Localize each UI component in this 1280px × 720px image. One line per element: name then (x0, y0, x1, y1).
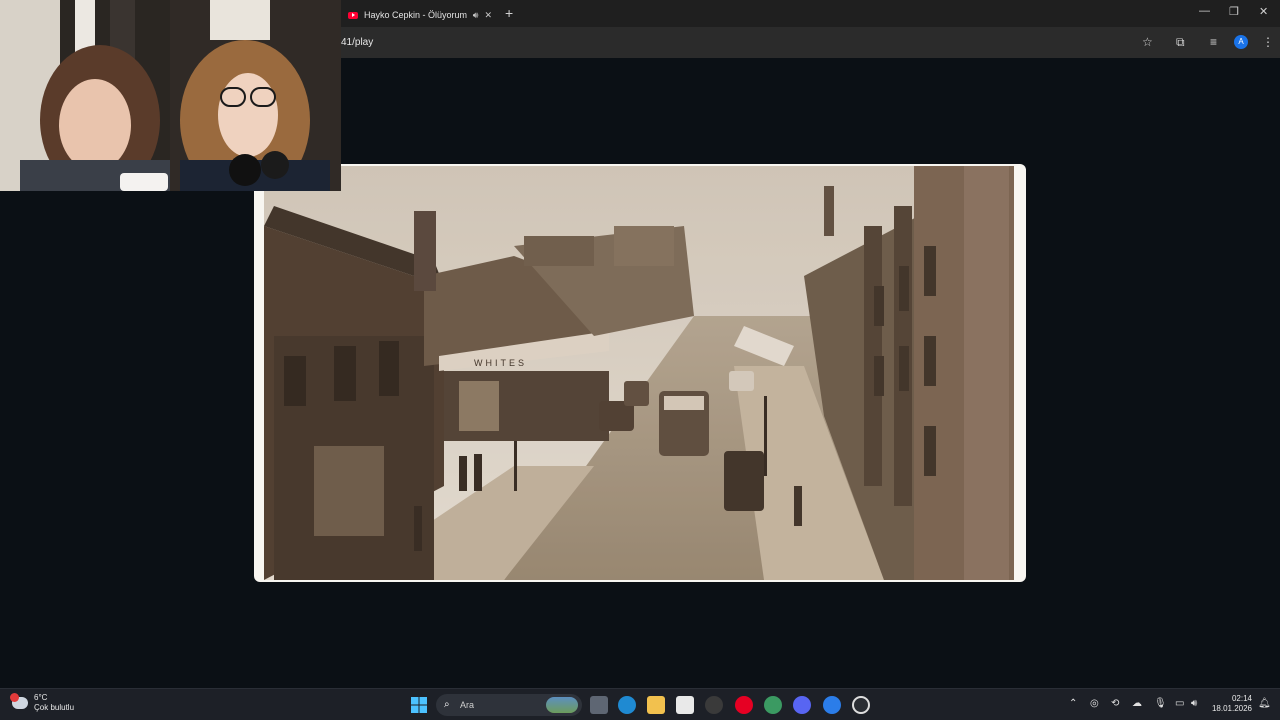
microphone-icon[interactable]: 🎙︎ (1154, 698, 1167, 709)
search-icon: ⌕ (444, 699, 450, 710)
search-highlight-image (546, 697, 578, 713)
close-tab-icon[interactable]: ✕ (484, 10, 492, 21)
windows-taskbar: 6°C Çok bulutlu ⌕ Ara ⌃ ◎ ⟲ ☁ 🎙︎ ▭ 🔊︎ 02… (0, 688, 1280, 720)
sync-icon[interactable]: ⟲ (1111, 698, 1119, 709)
network-icon[interactable]: ▭ (1175, 698, 1184, 709)
notifications-icon[interactable]: 🔔︎ (1258, 698, 1271, 709)
chevron-up-icon[interactable]: ⌃ (1069, 698, 1077, 709)
webcam-overlay (0, 0, 341, 191)
edge-icon[interactable] (618, 696, 636, 714)
speaker-icon[interactable]: 🔊︎ (473, 10, 479, 21)
weather-desc: Çok bulutlu (34, 703, 75, 712)
taskbar-search[interactable]: ⌕ Ara (436, 694, 582, 716)
weather-temp: 6°C (34, 693, 48, 702)
youtube-icon (348, 11, 358, 19)
search-label: Ara (460, 700, 475, 710)
restore-icon[interactable]: ❐ (1229, 5, 1239, 18)
weather-widget[interactable]: 6°C Çok bulutlu (10, 693, 75, 713)
obs-icon[interactable] (852, 696, 870, 714)
tab-title: Hayko Cepkin - Ölüyorum (364, 10, 467, 20)
store-icon[interactable] (676, 696, 694, 714)
vintage-street-photo: WHITES (264, 166, 1014, 580)
globe-icon[interactable] (764, 696, 782, 714)
address-bar[interactable]: 41/play (341, 33, 1161, 53)
profile-avatar[interactable]: A (1234, 35, 1248, 49)
bookmark-star-icon[interactable]: ☆ (1142, 35, 1153, 49)
clock-time: 02:14 (1231, 694, 1252, 703)
taskbar-clock[interactable]: 02:14 18.01.2026 (1210, 694, 1252, 714)
discord-icon[interactable] (793, 696, 811, 714)
menu-dots-icon[interactable]: ⋮ (1262, 35, 1274, 49)
pinterest-icon[interactable] (735, 696, 753, 714)
media-controls-icon[interactable]: ≡ (1210, 35, 1217, 49)
file-explorer-icon[interactable] (647, 696, 665, 714)
obs-tray-icon[interactable]: ◎ (1090, 698, 1099, 709)
minimize-icon[interactable]: — (1199, 5, 1210, 17)
close-window-icon[interactable]: ✕ (1259, 5, 1268, 18)
extensions-icon[interactable]: ⧉ (1176, 35, 1185, 50)
screen: Hayko Cepkin - Ölüyorum 🔊︎ ✕ + — ❐ ✕ 41/… (0, 0, 1280, 720)
webcam-feed-illustration (0, 0, 341, 191)
task-view-icon[interactable] (590, 696, 608, 714)
new-tab-button[interactable]: + (505, 5, 513, 21)
cloud-icon (10, 693, 28, 709)
chrome-icon[interactable] (823, 696, 841, 714)
app-icon[interactable] (705, 696, 723, 714)
clock-date: 18.01.2026 (1211, 704, 1252, 713)
photo-card: WHITES (254, 164, 1026, 582)
street-scene-illustration: WHITES (264, 166, 1014, 580)
browser-tab[interactable]: Hayko Cepkin - Ölüyorum 🔊︎ ✕ (342, 3, 498, 27)
volume-icon[interactable]: 🔊︎ (1191, 698, 1197, 709)
windows-start-icon[interactable] (410, 696, 428, 714)
onedrive-icon[interactable]: ☁ (1132, 698, 1142, 709)
